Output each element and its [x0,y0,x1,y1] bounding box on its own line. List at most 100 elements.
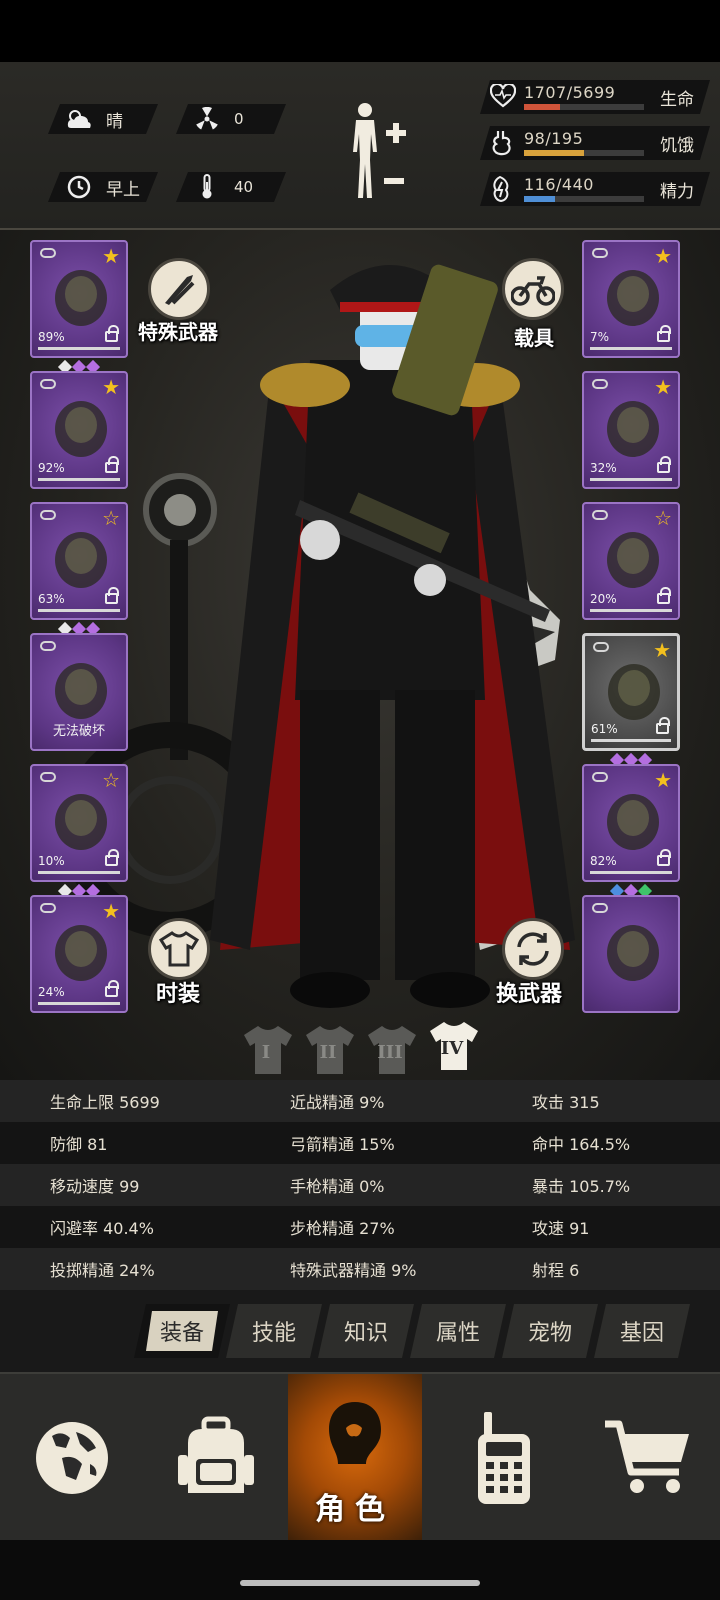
grenade-icon [598,915,668,987]
link-icon [592,379,608,389]
radiation-value: 0 [234,110,244,128]
tab-5[interactable]: 宠物 [502,1304,598,1358]
globe-icon [36,1422,108,1494]
goggles-icon [598,260,668,332]
health-track [524,104,644,110]
equipment-slot-pants[interactable]: ☆ 10% [30,764,128,882]
outfit-numeral: III [377,1042,403,1063]
machete-icon [598,784,668,856]
link-icon [40,248,56,258]
backpack-icon [178,1416,254,1493]
energy-bar: 116/440 精力 [480,172,710,206]
nav-shop-button[interactable] [576,1374,720,1542]
durability-bar [590,609,672,612]
outfit-slot-4[interactable]: IV [426,1018,478,1070]
weather-box: 晴 [48,104,158,134]
equipment-slot-rifle[interactable]: ★ 61% [582,633,680,751]
energy-label: 精力 [660,182,694,202]
nav-backpack-button[interactable] [144,1374,288,1542]
home-indicator[interactable] [240,1580,480,1586]
stat-cell: 暴击 105.7% [532,1177,631,1196]
boots-icon [46,915,116,987]
link-icon [592,248,608,258]
durability-bar [38,347,120,350]
link-icon [592,903,608,913]
lock-icon[interactable] [657,587,671,604]
vehicle-label: 载具 [514,326,554,350]
equipment-slot-backpack[interactable]: 无法破坏 [30,633,128,751]
hunger-value: 98/195 [524,129,584,148]
durability-bar [590,478,672,481]
equipment-slot-boots[interactable]: ★ 24% [30,895,128,1013]
clock-icon [66,174,92,200]
hunger-fill [524,150,584,156]
stat-cell: 命中 164.5% [532,1135,631,1154]
tab-4[interactable]: 属性 [410,1304,506,1358]
link-icon [592,510,608,520]
durability-percent: 63% [38,592,65,606]
durability-bar [38,609,120,612]
outfit-slot-3[interactable]: III [364,1022,416,1074]
radio-icon [478,1412,530,1504]
durability-percent: 24% [38,985,65,999]
durability-bar [590,871,672,874]
time-box: 早上 [48,172,158,202]
tab-3[interactable]: 知识 [318,1304,414,1358]
tab-2[interactable]: 技能 [226,1304,322,1358]
stat-cell: 防御 81 [50,1135,108,1154]
durability-bar [38,478,120,481]
link-icon [40,772,56,782]
tab-6[interactable]: 基因 [594,1304,690,1358]
special-weapon-button[interactable] [148,258,210,320]
lock-icon[interactable] [105,980,119,997]
lock-icon[interactable] [105,587,119,604]
vehicle-button[interactable] [502,258,564,320]
system-status-bar [0,0,720,62]
lock-icon[interactable] [656,717,670,734]
lock-icon[interactable] [105,325,119,342]
stat-cell: 移动速度 99 [50,1177,140,1196]
durability-percent: 7% [590,330,610,344]
tab-bar: 装备 技能 知识 属性 宠物 基因 [0,1290,720,1372]
temperature-value: 40 [234,178,254,196]
equipment-slot-shirt[interactable]: ★ 92% [30,371,128,489]
outfit-slot-1[interactable]: I [240,1022,292,1074]
switch-weapon-button[interactable] [502,918,564,980]
lock-icon[interactable] [105,849,119,866]
hunger-bar: 98/195 饥饿 [480,126,710,160]
durability-percent: 92% [38,461,65,475]
tab-label: 装备 [146,1311,218,1351]
stat-row: 投掷精通 24% 特殊武器精通 9% 射程 6 [0,1248,720,1290]
stat-cell: 特殊武器精通 9% [290,1261,417,1280]
outfit-slot-2[interactable]: II [302,1022,354,1074]
helmet-icon [46,260,116,332]
hunger-track [524,150,644,156]
fashion-button[interactable] [148,918,210,980]
nav-radio-button[interactable] [432,1374,576,1542]
tab-1[interactable]: 装备 [134,1304,230,1358]
body-status-button[interactable] [348,100,418,210]
equipment-slot-helmet[interactable]: ★ 89% [30,240,128,358]
lock-icon[interactable] [657,325,671,342]
equipment-slot-gas-mask[interactable]: ★ 32% [582,371,680,489]
equipment-slot-vest[interactable]: ☆ 20% [582,502,680,620]
nav-character-button[interactable]: 角色 [288,1374,422,1542]
equipment-slot-goggles[interactable]: ★ 7% [582,240,680,358]
lock-icon[interactable] [105,456,119,473]
stat-row: 防御 81 弓箭精通 15% 命中 164.5% [0,1122,720,1164]
thermometer-icon [194,174,220,200]
outfit-selector: I II III IV [240,1022,490,1080]
time-value: 早上 [106,179,140,200]
tab-label: 宠物 [527,1321,572,1346]
lock-icon[interactable] [657,849,671,866]
lock-icon[interactable] [657,456,671,473]
link-icon [40,510,56,520]
equipment-slot-grenade[interactable] [582,895,680,1013]
nav-map-button[interactable] [0,1374,144,1542]
equipment-slot-machete[interactable]: ★ 82% [582,764,680,882]
durability-bar [591,739,671,742]
switch-weapon-label: 换武器 [496,982,563,1007]
stat-row: 生命上限 5699 近战精通 9% 攻击 315 [0,1080,720,1122]
equipment-slot-jacket[interactable]: ☆ 63% [30,502,128,620]
special-weapon-label: 特殊武器 [138,320,218,344]
